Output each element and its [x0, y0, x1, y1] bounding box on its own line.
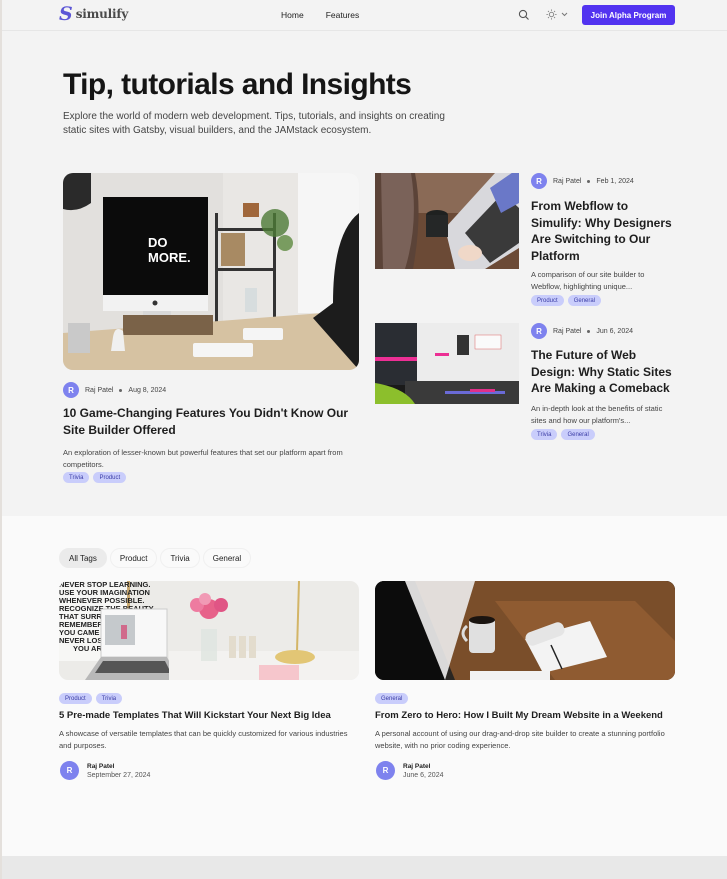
avatar: R	[63, 382, 79, 398]
author-name[interactable]: Raj Patel	[553, 328, 581, 335]
side-post-title[interactable]: From Webflow to Simulify: Why Designers …	[531, 198, 676, 264]
filter-general[interactable]: General	[202, 548, 252, 568]
side-post-description: A comparison of our site builder to Webf…	[531, 270, 645, 291]
tag-badge[interactable]: Trivia	[531, 429, 558, 440]
join-alpha-button[interactable]: Join Alpha Program	[582, 5, 675, 25]
tag-badge[interactable]: Product	[531, 295, 564, 306]
post-card-image[interactable]	[375, 581, 675, 680]
tag-badge[interactable]: General	[567, 295, 602, 306]
side-post-title[interactable]: The Future of Web Design: Why Static Sit…	[531, 347, 676, 397]
side-post-description: An in-depth look at the benefits of stat…	[531, 404, 663, 425]
nav-features[interactable]: Features	[326, 10, 360, 20]
featured-post-tags: Trivia Product	[63, 472, 127, 483]
separator-dot	[587, 179, 591, 183]
post-date: Feb 1, 2024	[596, 177, 634, 185]
author-name[interactable]: Raj Patel	[553, 178, 581, 185]
post-date: June 6, 2024	[403, 771, 444, 779]
tag-badge[interactable]: Product	[59, 693, 92, 704]
tag-badge[interactable]: Trivia	[95, 693, 123, 704]
side-post-meta: R Raj Patel Jun 6, 2024	[531, 323, 633, 339]
author-name[interactable]: Raj Patel	[85, 387, 113, 394]
monitor-text-do: DO	[148, 235, 168, 250]
side-post-tags: Product General	[531, 295, 602, 306]
tag-badge[interactable]: General	[375, 693, 409, 704]
filter-all-tags[interactable]: All Tags	[59, 548, 107, 568]
logo-text: simulify	[75, 7, 129, 21]
post-card-tags: General	[375, 693, 409, 704]
featured-post-description: An exploration of lesser-known but power…	[63, 448, 343, 469]
filter-trivia[interactable]: Trivia	[160, 548, 200, 568]
post-card-title[interactable]: 5 Pre-made Templates That Will Kickstart…	[59, 709, 359, 722]
footer	[2, 856, 727, 879]
author-name[interactable]: Raj Patel	[87, 763, 150, 770]
page-title: Tip, tutorials and Insights	[63, 68, 412, 101]
avatar: R	[60, 761, 79, 780]
side-post-image[interactable]	[375, 173, 519, 269]
featured-post-image[interactable]: DO MORE.	[63, 173, 359, 370]
page-subtitle: Explore the world of modern web developm…	[63, 111, 445, 136]
tag-badge[interactable]: Trivia	[63, 472, 90, 483]
nav-home[interactable]: Home	[281, 10, 304, 20]
side-post-image[interactable]	[375, 323, 519, 404]
featured-post-title[interactable]: 10 Game-Changing Features You Didn't Kno…	[63, 405, 353, 439]
post-date: Jun 6, 2024	[596, 327, 633, 335]
featured-post-meta: R Raj Patel Aug 8, 2024	[63, 382, 166, 398]
side-post-tags: Trivia General	[531, 429, 595, 440]
logo-mark: S	[59, 3, 73, 25]
post-date: September 27, 2024	[87, 771, 151, 779]
separator-dot	[587, 329, 591, 333]
sun-icon	[546, 9, 557, 20]
theme-toggle[interactable]	[546, 9, 568, 20]
tag-badge[interactable]: General	[561, 429, 595, 440]
post-date: Aug 8, 2024	[128, 386, 167, 394]
post-card-author: R Raj Patel September 27, 2024	[60, 761, 150, 780]
separator-dot	[119, 388, 123, 392]
chevron-down-icon	[561, 12, 568, 17]
tag-filter-bar: All Tags Product Trivia General	[59, 548, 252, 568]
monitor-text-more: MORE.	[148, 250, 191, 265]
site-header: S simulify Home Features Join Alpha Prog…	[2, 0, 727, 31]
post-card-author: R Raj Patel June 6, 2024	[376, 761, 443, 780]
avatar: R	[531, 173, 547, 189]
main-nav: Home Features	[281, 10, 359, 20]
logo[interactable]: S simulify	[59, 3, 129, 25]
tag-badge[interactable]: Product	[93, 472, 127, 483]
post-card-description: A personal account of using our drag-and…	[375, 729, 665, 750]
filter-product[interactable]: Product	[109, 548, 158, 568]
avatar: R	[531, 323, 547, 339]
author-name[interactable]: Raj Patel	[403, 763, 443, 770]
post-card-title[interactable]: From Zero to Hero: How I Built My Dream …	[375, 709, 675, 722]
post-card-description: A showcase of versatile templates that c…	[59, 729, 348, 750]
search-icon[interactable]	[518, 9, 530, 21]
side-post-meta: R Raj Patel Feb 1, 2024	[531, 173, 634, 189]
post-card-tags: Product Trivia	[59, 693, 123, 704]
avatar: R	[376, 761, 395, 780]
post-card-image[interactable]: NEVER STOP LEARNING. USE YOUR IMAGINATIO…	[59, 581, 359, 680]
